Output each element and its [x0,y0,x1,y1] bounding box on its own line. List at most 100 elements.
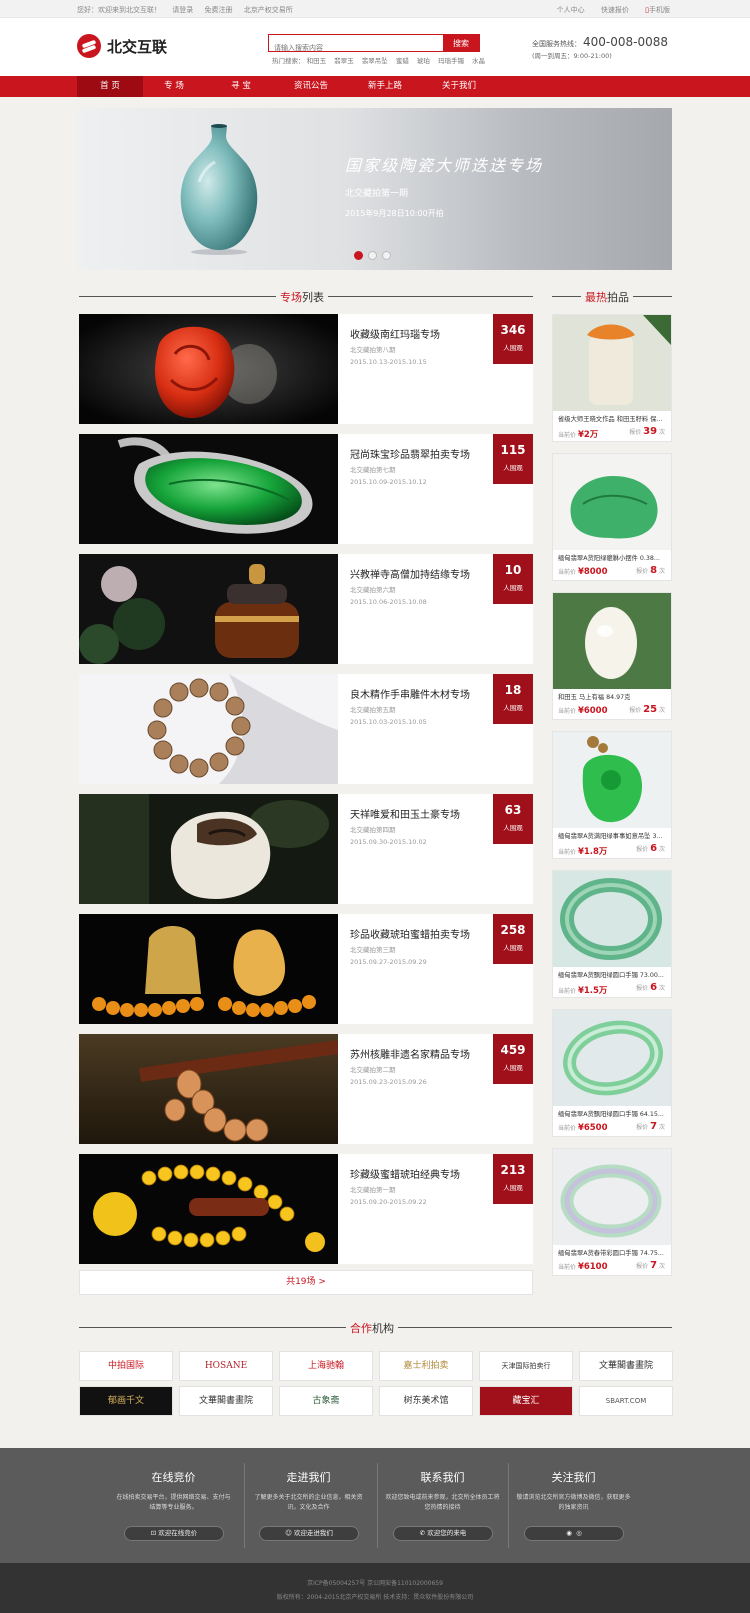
nav-specials[interactable]: 专 场 [141,76,207,97]
hot-item-name: 缅甸翡翠A货飘阳绿圆口手镯 73.00... [558,972,664,979]
hot-item-name: 缅甸翡翠A货满阳绿事事如意吊坠 3... [558,833,663,840]
carousel-dot[interactable] [368,251,377,260]
carousel-dot[interactable] [354,251,363,260]
hot-item-image [553,1010,671,1106]
special-image-hetian [79,794,338,904]
hot-item-name: 和田玉 马上有福 84.97克 [558,694,631,701]
hot-item-image [553,454,671,550]
nav-news[interactable]: 资讯公告 [278,76,344,97]
hot-item-card[interactable]: 省级大师王晓文作品 和田玉籽料 保... 当前价 ¥2万 报价 39 次 [552,314,672,442]
nav-treasure[interactable]: 寻 宝 [208,76,274,97]
special-card[interactable]: 冠尚珠宝珍品翡翠拍卖专场 北交藏拍第七期 2015.10.09-2015.10.… [79,434,533,544]
hot-item-price: 当前价 ¥1.5万 报价 6 次 [558,982,665,996]
wechat-icon[interactable]: ◎ [576,1529,582,1537]
follow-button[interactable]: ◉ ◎ [524,1526,624,1541]
service-hours: (周一到周五：9:00-21:00) [532,52,612,60]
logo[interactable]: 北交互联 [77,33,167,59]
footer: 在线竞价 在线拍卖交易平台，提供网络交易、支付与结算等专业服务。 ⊡ 欢迎在线竞… [0,1448,750,1563]
hot-search-word[interactable]: 玛瑙手镯 [438,57,464,65]
hot-item-name: 缅甸翡翠A货春带彩圆口手镯 74.75... [558,1250,664,1257]
exchange-link[interactable]: 北京产权交易所 [244,6,293,14]
special-card[interactable]: 珍藏级蜜蜡琥珀经典专场 北交藏拍第一期 2015.09.20-2015.09.2… [79,1154,533,1264]
hotline: 全国服务热线： 400-008-0088 [532,35,668,49]
partner-logo[interactable]: SBART.COM [579,1386,673,1416]
hot-item-price: 当前价 ¥2万 报价 39 次 [558,426,665,440]
hot-items-header: 最热拍品 [552,289,672,305]
banner-title: 国家级陶瓷大师迭送专场 [345,156,544,175]
views-badge: 346 人围观 [493,314,533,364]
header: 北交互联 搜索 热门搜索： 和田玉 翡翠玉 翡翠吊坠 蜜蜡 琥珀 玛瑙手镯 水晶… [0,18,750,76]
special-card[interactable]: 兴教禅寺高僧加持结缘专场 北交藏拍第六期 2015.10.06-2015.10.… [79,554,533,664]
more-specials-button[interactable]: 共19场 > [79,1270,533,1295]
user-center-link[interactable]: 个人中心 [557,6,585,14]
special-image-amber [79,914,338,1024]
partner-logo[interactable]: 中拍国际 [79,1351,173,1381]
hot-search-word[interactable]: 和田玉 [307,57,327,65]
nav-newbie[interactable]: 新手上路 [352,76,418,97]
special-name: 珍藏级蜜蜡琥珀经典专场 [350,1170,460,1181]
footer-title: 关注我们 [551,1471,596,1484]
hot-searches: 热门搜索： 和田玉 翡翠玉 翡翠吊坠 蜜蜡 琥珀 玛瑙手镯 水晶 [272,55,491,65]
hot-item-card[interactable]: 缅甸翡翠A货飘阳绿圆口手镯 73.00... 当前价 ¥1.5万 报价 6 次 [552,870,672,998]
search-input[interactable] [269,40,441,56]
footer-col-contact: 联系我们 欢迎您致电或前来参观，北交所全体员工将您热情的接待 ✆ 欢迎您的来电 [377,1448,508,1563]
partner-logo[interactable]: 藏宝汇 [479,1386,573,1416]
special-image-beads [79,674,338,784]
hot-item-name: 省级大师王晓文作品 和田玉籽料 保... [558,416,663,423]
footer-col-follow: 关注我们 敬请浏览北交所官方微博及微信，获取更多的独家资讯 ◉ ◎ [508,1448,639,1563]
hot-search-word[interactable]: 琥珀 [417,57,430,65]
login-link[interactable]: 请登录 [172,6,193,14]
hot-item-card[interactable]: 缅甸翡翠A货飘阳绿圆口手镯 64.15... 当前价 ¥6500 报价 7 次 [552,1009,672,1137]
banner-date: 2015年9月28日10:00开拍 [345,209,444,218]
partner-logo[interactable]: 郁画千文 [79,1386,173,1416]
hot-item-card[interactable]: 缅甸翡翠A货满阳绿事事如意吊坠 3... 当前价 ¥1.8万 报价 6 次 [552,731,672,859]
top-bar: 您好：欢迎来到北交互联！ 请登录 免费注册 北京产权交易所 个人中心 快速报价 … [0,0,750,18]
hot-item-card[interactable]: 缅甸翡翠A货阳绿貔貅小摆件 0.38... 当前价 ¥8000 报价 8 次 [552,453,672,581]
partner-logo[interactable]: 古象斋 [279,1386,373,1416]
register-link[interactable]: 免费注册 [204,6,232,14]
hot-item-card[interactable]: 缅甸翡翠A货春带彩圆口手镯 74.75... 当前价 ¥6100 报价 7 次 [552,1148,672,1276]
hot-search-word[interactable]: 水晶 [472,57,485,65]
special-card[interactable]: 苏州核雕非遗名家精品专场 北交藏拍第二期 2015.09.23-2015.09.… [79,1034,533,1144]
partner-logo[interactable]: HOSANE [179,1351,273,1381]
footer-desc: 了解更多关于北交所的企业信息，相关资讯，文化及合作 [254,1494,363,1511]
partner-logo[interactable]: 天津国际拍卖行 [479,1351,573,1381]
mobile-link[interactable]: ▯手机版 [645,6,670,14]
hot-search-word[interactable]: 蜜蜡 [396,57,409,65]
partner-logo[interactable]: 文華閣書畫院 [179,1386,273,1416]
about-us-button[interactable]: ☺ 欢迎走进我们 [259,1526,359,1541]
views-badge: 63 人围观 [493,794,533,844]
hot-search-word[interactable]: 翡翠吊坠 [362,57,388,65]
special-period: 北交藏拍第一期 [350,1186,396,1194]
partner-logo[interactable]: 树东美术馆 [379,1386,473,1416]
hot-item-name: 缅甸翡翠A货阳绿貔貅小摆件 0.38... [558,555,660,562]
special-card[interactable]: 珍品收藏琥珀蜜蜡拍卖专场 北交藏拍第三期 2015.09.27-2015.09.… [79,914,533,1024]
hero-banner[interactable]: 国家级陶瓷大师迭送专场 北交藏拍第一期 2015年9月28日10:00开拍 [77,108,672,270]
partner-logo[interactable]: 嘉士利拍卖 [379,1351,473,1381]
special-period: 北交藏拍第四期 [350,826,396,834]
hot-item-name: 缅甸翡翠A货飘阳绿圆口手镯 64.15... [558,1111,664,1118]
partner-logo[interactable]: 上海驰翰 [279,1351,373,1381]
carousel-dot[interactable] [382,251,391,260]
special-card[interactable]: 收藏级南红玛瑙专场 北交藏拍第八期 2015.10.13-2015.10.15 … [79,314,533,424]
search-button[interactable]: 搜索 [443,34,479,52]
hot-item-card[interactable]: 和田玉 马上有福 84.97克 当前价 ¥6000 报价 25 次 [552,592,672,720]
partner-logo[interactable]: 文華閣書畫院 [579,1351,673,1381]
special-name: 天祥唯爱和田玉土豪专场 [350,810,460,821]
special-date: 2015.09.23-2015.09.26 [350,1078,427,1086]
special-card[interactable]: 天祥唯爱和田玉土豪专场 北交藏拍第四期 2015.09.30-2015.10.0… [79,794,533,904]
online-bid-button[interactable]: ⊡ 欢迎在线竞价 [124,1526,224,1541]
special-image-beeswax [79,1154,338,1264]
special-date: 2015.10.06-2015.10.08 [350,598,427,606]
hot-search-word[interactable]: 翡翠玉 [334,57,354,65]
special-date: 2015.10.13-2015.10.15 [350,358,427,366]
contact-button[interactable]: ✆ 欢迎您的来电 [393,1526,493,1541]
weibo-icon[interactable]: ◉ [566,1529,572,1537]
special-card[interactable]: 良木精作手串雕件木材专场 北交藏拍第五期 2015.10.03-2015.10.… [79,674,533,784]
nav-about[interactable]: 关于我们 [426,76,492,97]
hot-item-price: 当前价 ¥8000 报价 8 次 [558,565,665,577]
section-title: 最热拍品 [581,289,633,305]
quick-quote-link[interactable]: 快速报价 [601,6,629,14]
nav-home[interactable]: 首 页 [77,76,143,97]
special-list-header: 专场列表 [79,289,533,305]
